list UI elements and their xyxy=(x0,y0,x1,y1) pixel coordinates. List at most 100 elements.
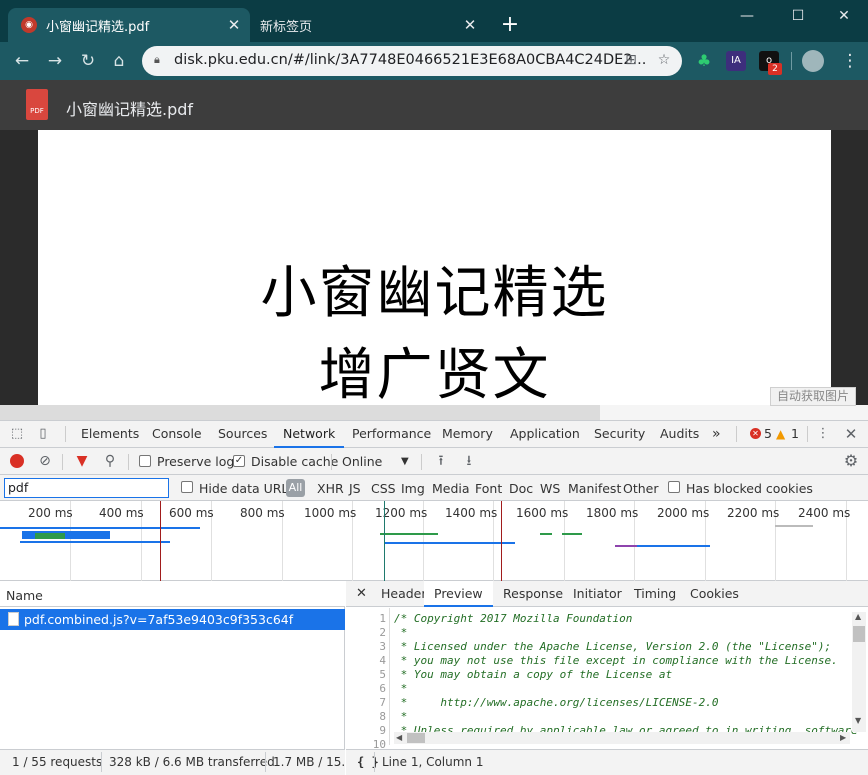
error-count[interactable]: 5 xyxy=(764,420,772,448)
devtools-close-icon[interactable]: ✕ xyxy=(842,425,860,443)
disable-cache-label: Disable cache xyxy=(251,454,339,469)
maximize-icon[interactable]: ☐ xyxy=(783,6,813,26)
preserve-log-label: Preserve log xyxy=(157,454,235,469)
filter-type-other[interactable]: Other xyxy=(623,481,659,496)
code-line: * you may not use this file except in co… xyxy=(394,654,838,667)
timeline-label: 2200 ms xyxy=(727,506,780,520)
divider xyxy=(421,454,422,470)
filter-type-img[interactable]: Img xyxy=(401,481,425,496)
detail-tab-timing[interactable]: Timing xyxy=(634,581,676,607)
scrollbar-thumb[interactable] xyxy=(407,733,425,743)
tab-new-tab[interactable]: 新标签页 ✕ xyxy=(252,8,486,42)
menu-icon[interactable]: ⋮ xyxy=(838,50,862,72)
filter-type-manifest[interactable]: Manifest xyxy=(568,481,621,496)
scroll-up-icon[interactable]: ▲ xyxy=(855,612,861,621)
tab-sources[interactable]: Sources xyxy=(218,420,267,448)
detail-tab-response[interactable]: Response xyxy=(503,581,563,607)
pdf-heading-line-2: 增广贤文 xyxy=(318,343,551,408)
chevron-down-icon[interactable]: ▼ xyxy=(401,456,409,467)
tab-security[interactable]: Security xyxy=(594,420,645,448)
export-har-icon[interactable]: ⭳ xyxy=(460,451,478,471)
device-toggle-icon[interactable]: ▯ xyxy=(34,425,52,443)
timeline-bar xyxy=(380,533,438,535)
back-icon[interactable]: ← xyxy=(10,50,34,72)
timeline-label: 800 ms xyxy=(240,506,285,520)
ia-extension-icon[interactable]: IA xyxy=(726,51,746,71)
search-icon[interactable]: ⚲ xyxy=(101,451,119,471)
tab-elements[interactable]: Elements xyxy=(81,420,139,448)
hide-data-urls-checkbox[interactable] xyxy=(181,481,193,493)
inspect-element-icon[interactable]: ⬚ xyxy=(8,425,26,443)
dom-content-loaded-line xyxy=(384,501,385,581)
reload-icon[interactable]: ↻ xyxy=(76,50,100,72)
more-tabs-icon[interactable]: » xyxy=(712,420,721,448)
timeline-bar xyxy=(20,541,170,543)
pretty-print-icon[interactable]: { } xyxy=(357,755,379,769)
minimize-icon[interactable]: — xyxy=(732,6,762,26)
avatar[interactable] xyxy=(802,50,824,72)
tab-audits[interactable]: Audits xyxy=(660,420,699,448)
error-icon[interactable]: ✕ xyxy=(750,428,761,439)
lock-icon[interactable]: 🔒︎ xyxy=(154,53,166,68)
close-icon[interactable]: ✕ xyxy=(460,16,480,34)
tab-performance[interactable]: Performance xyxy=(352,420,431,448)
new-tab-button[interactable]: + xyxy=(498,12,522,38)
clear-icon[interactable]: ⊘ xyxy=(36,451,54,471)
detail-close-icon[interactable]: ✕ xyxy=(356,581,367,607)
tab-network[interactable]: Network xyxy=(274,420,345,448)
home-icon[interactable]: ⌂ xyxy=(107,50,131,72)
scroll-right-icon[interactable]: ▶ xyxy=(840,733,846,742)
blocked-cookies-label: Has blocked cookies xyxy=(686,481,813,496)
filter-input[interactable]: pdf xyxy=(4,478,169,498)
detail-tab-preview[interactable]: Preview xyxy=(424,581,493,607)
filter-type-media[interactable]: Media xyxy=(432,481,470,496)
scroll-down-icon[interactable]: ▼ xyxy=(855,716,861,725)
warning-count[interactable]: 1 xyxy=(791,420,799,448)
throttle-select[interactable]: Online xyxy=(342,454,382,469)
filter-type-font[interactable]: Font xyxy=(475,481,502,496)
line-number: 9 xyxy=(379,724,386,737)
filter-all-button[interactable]: All xyxy=(286,479,305,497)
filter-type-xhr[interactable]: XHR xyxy=(317,481,344,496)
tab-console[interactable]: Console xyxy=(152,420,202,448)
line-number: 5 xyxy=(379,668,386,681)
import-har-icon[interactable]: ⭱ xyxy=(432,451,450,471)
warning-icon[interactable]: ▲ xyxy=(776,427,785,441)
blocked-cookies-checkbox[interactable] xyxy=(668,481,680,493)
filter-icon[interactable]: ▼ xyxy=(73,451,91,471)
settings-gear-icon[interactable]: ⚙ xyxy=(842,451,860,471)
auto-fetch-images-button[interactable]: 自动获取图片 xyxy=(770,387,856,406)
record-icon[interactable] xyxy=(10,454,24,468)
load-event-line xyxy=(501,501,502,581)
detail-tab-initiator[interactable]: Initiator xyxy=(573,581,622,607)
disable-cache-checkbox[interactable]: ✓ xyxy=(233,455,245,467)
request-row[interactable]: pdf.combined.js?v=7af53e9403c9f353c64f xyxy=(0,609,345,630)
code-line: * You may obtain a copy of the License a… xyxy=(394,668,673,681)
translate-icon[interactable]: ⊞ xyxy=(622,52,640,70)
bookmark-star-icon[interactable]: ☆ xyxy=(655,52,673,70)
filter-type-css[interactable]: CSS xyxy=(371,481,396,496)
code-horizontal-scrollbar[interactable] xyxy=(394,732,850,744)
url-text[interactable]: disk.pku.edu.cn/#/link/3A7748E0466521E3E… xyxy=(174,52,646,68)
evernote-icon[interactable]: ♣ xyxy=(694,51,714,71)
scroll-left-icon[interactable]: ◀ xyxy=(396,733,402,742)
horizontal-scrollbar[interactable] xyxy=(0,405,600,420)
tab-application[interactable]: Application xyxy=(510,420,580,448)
line-number: 2 xyxy=(379,626,386,639)
devtools-menu-icon[interactable]: ⋮ xyxy=(814,425,832,443)
pdf-heading-line-1: 小窗幽记精选 xyxy=(260,261,609,326)
filter-type-ws[interactable]: WS xyxy=(540,481,560,496)
hide-data-urls-label: Hide data URLs xyxy=(199,481,295,496)
timeline-label: 1200 ms xyxy=(375,506,428,520)
filter-type-js[interactable]: JS xyxy=(349,481,361,496)
scrollbar-thumb[interactable] xyxy=(853,626,865,642)
detail-tab-cookies[interactable]: Cookies xyxy=(690,581,739,607)
name-column-header[interactable]: Name xyxy=(0,581,345,607)
filter-type-doc[interactable]: Doc xyxy=(509,481,533,496)
tab-pdf[interactable]: ◉ 小窗幽记精选.pdf ✕ xyxy=(8,8,250,42)
close-icon[interactable]: ✕ xyxy=(224,16,244,34)
window-close-icon[interactable]: ✕ xyxy=(829,6,859,26)
preserve-log-checkbox[interactable] xyxy=(139,455,151,467)
forward-icon[interactable]: → xyxy=(43,50,67,72)
tab-memory[interactable]: Memory xyxy=(442,420,493,448)
